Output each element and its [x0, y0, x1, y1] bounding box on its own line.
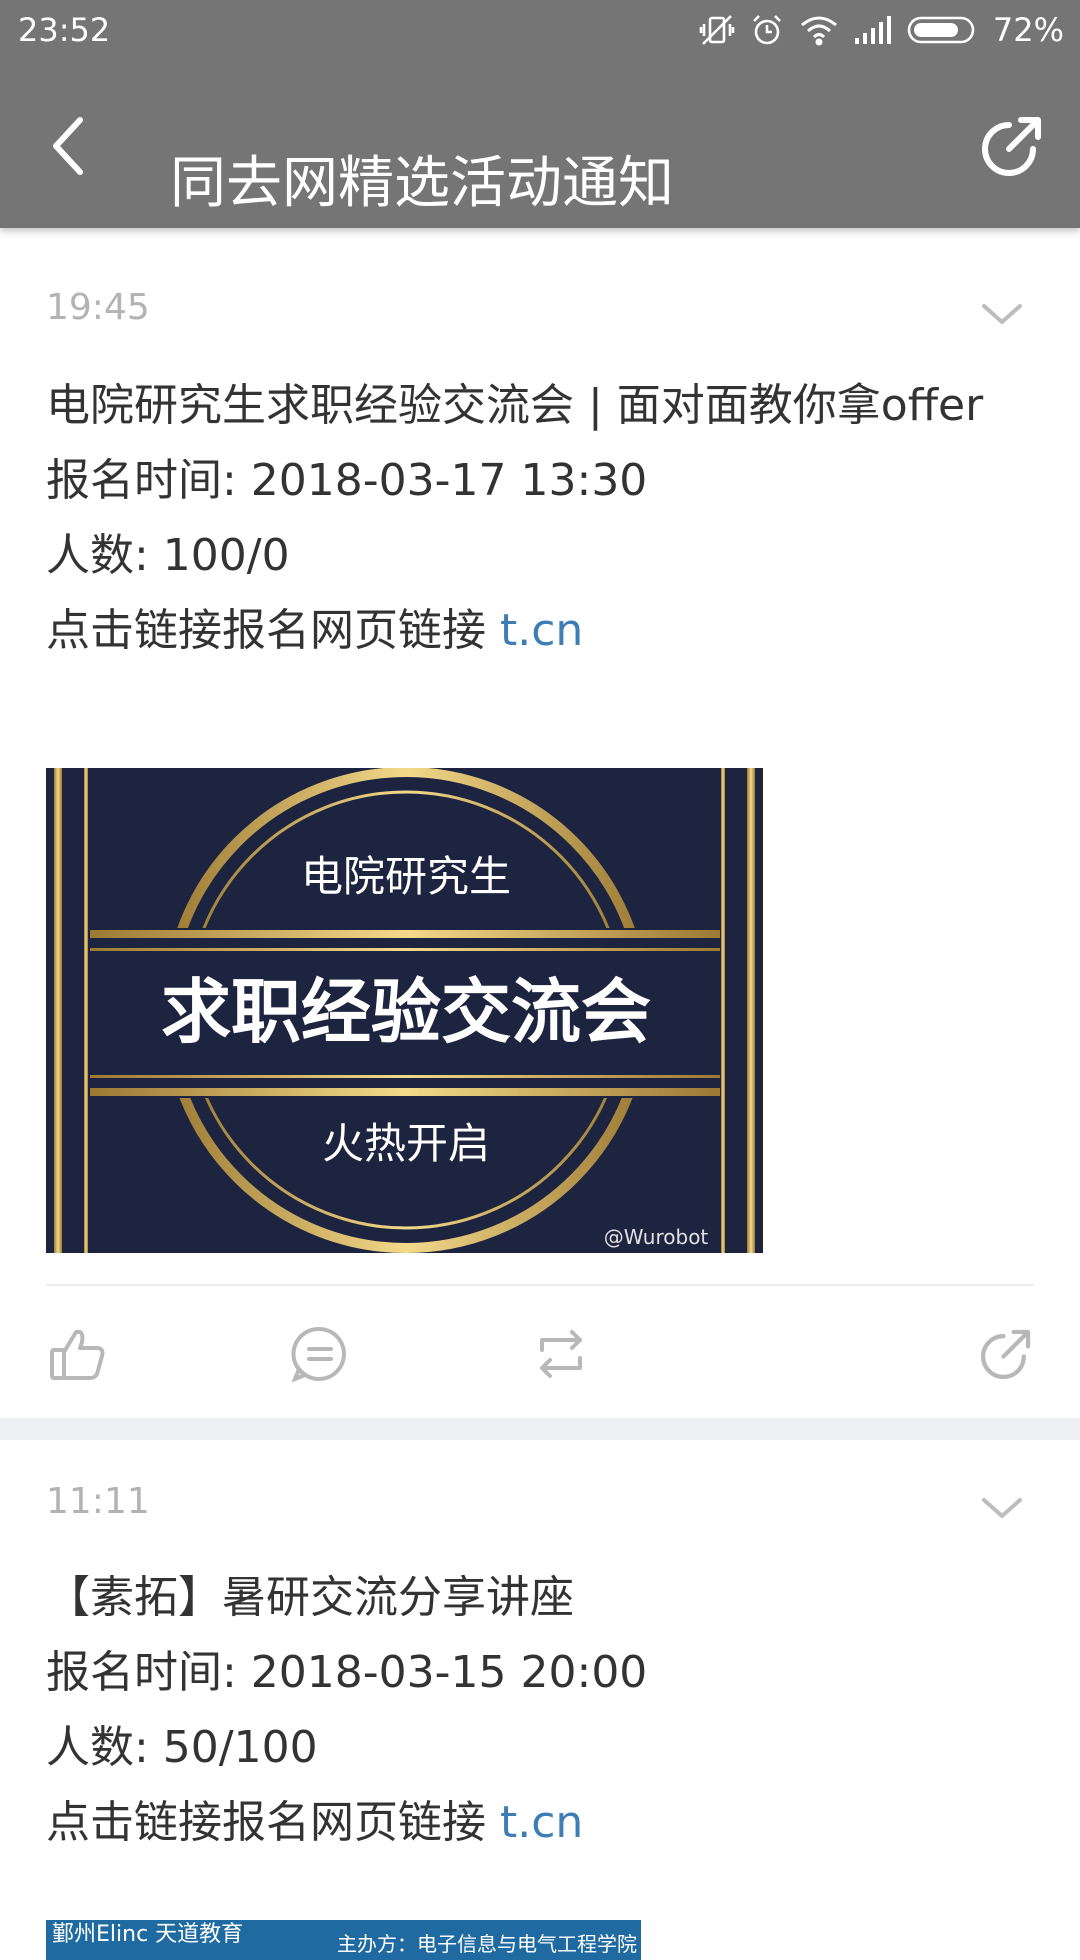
vibrate-mute-icon — [699, 12, 735, 48]
like-icon — [50, 1329, 105, 1380]
share-post-button[interactable] — [974, 1322, 1038, 1386]
poster-line2: 求职经验交流会 — [161, 971, 651, 1053]
post-actions — [46, 1322, 1034, 1392]
like-button[interactable] — [46, 1322, 110, 1386]
card-separator — [0, 1418, 1080, 1440]
status-icons: 72% — [699, 10, 1064, 50]
alarm-icon — [749, 12, 785, 48]
post-text: 【素拓】暑研交流分享讲座 报名时间: 2018-03-15 20:00 人数: … — [46, 1560, 1046, 1860]
post-signup-time: 报名时间: 2018-03-15 20:00 — [46, 1647, 648, 1698]
poster-logo-text: 鄞州Elinc 天道教育 — [52, 1922, 244, 1947]
post-time: 11:11 — [46, 1481, 150, 1522]
post-title: 【素拓】暑研交流分享讲座 — [46, 1572, 574, 1623]
comment-icon — [291, 1326, 346, 1383]
post-count: 人数: 100/0 — [46, 530, 290, 581]
comment-button[interactable] — [288, 1322, 352, 1386]
post-link-line: 点击链接报名网页链接 t.cn — [46, 1785, 1046, 1860]
post-signup-time: 报名时间: 2018-03-17 13:30 — [46, 455, 648, 506]
poster-title-text: 主办方：电子信息与电气工程学院 — [337, 1932, 637, 1956]
back-arrow-icon — [53, 117, 83, 175]
title-bar: 同去网精选活动通知 — [0, 80, 1080, 216]
post-image[interactable]: 鄞州Elinc 天道教育 主办方：电子信息与电气工程学院 — [46, 1920, 641, 1960]
status-time: 23:52 — [18, 11, 111, 49]
wifi-icon — [799, 13, 839, 47]
post-time: 19:45 — [46, 287, 150, 328]
post-link-prefix: 点击链接报名网页链接 — [46, 605, 500, 656]
poster-watermark: @Wurobot — [604, 1225, 709, 1249]
post-link-line: 点击链接报名网页链接 t.cn — [46, 593, 1046, 668]
poster-line3: 火热开启 — [322, 1119, 490, 1168]
post-card[interactable]: 19:45 电院研究生求职经验交流会 | 面对面教你拿offer 报名时间: 2… — [0, 228, 1080, 1418]
share-icon — [982, 117, 1041, 176]
chevron-down-icon[interactable] — [980, 1492, 1024, 1522]
post-image[interactable]: 电院研究生 求职经验交流会 火热开启 @Wurobot — [46, 768, 763, 1253]
card-divider — [46, 1284, 1034, 1286]
battery-percent: 72% — [992, 11, 1064, 49]
share-icon — [981, 1329, 1031, 1379]
post-card[interactable]: 11:11 【素拓】暑研交流分享讲座 报名时间: 2018-03-15 20:0… — [0, 1440, 1080, 1960]
back-button[interactable] — [30, 108, 106, 184]
post-link[interactable]: t.cn — [500, 1797, 583, 1848]
feed: 19:45 电院研究生求职经验交流会 | 面对面教你拿offer 报名时间: 2… — [0, 228, 1080, 1960]
page-title: 同去网精选活动通知 — [170, 150, 674, 216]
status-bar: 23:52 72% — [0, 0, 1080, 60]
battery-icon — [907, 14, 979, 46]
post-link[interactable]: t.cn — [500, 605, 583, 656]
poster-line1: 电院研究生 — [301, 852, 511, 901]
app-top-bar: 23:52 72% 同去网精选活动通知 — [0, 0, 1080, 228]
signal-icon — [853, 14, 893, 46]
share-button[interactable] — [974, 108, 1050, 184]
post-title: 电院研究生求职经验交流会 | 面对面教你拿offer — [46, 380, 984, 431]
repost-button[interactable] — [529, 1322, 593, 1386]
post-count: 人数: 50/100 — [46, 1722, 318, 1773]
post-link-prefix: 点击链接报名网页链接 — [46, 1797, 500, 1848]
post-text: 电院研究生求职经验交流会 | 面对面教你拿offer 报名时间: 2018-03… — [46, 368, 1046, 668]
repost-icon — [540, 1330, 582, 1378]
chevron-down-icon[interactable] — [980, 298, 1024, 328]
